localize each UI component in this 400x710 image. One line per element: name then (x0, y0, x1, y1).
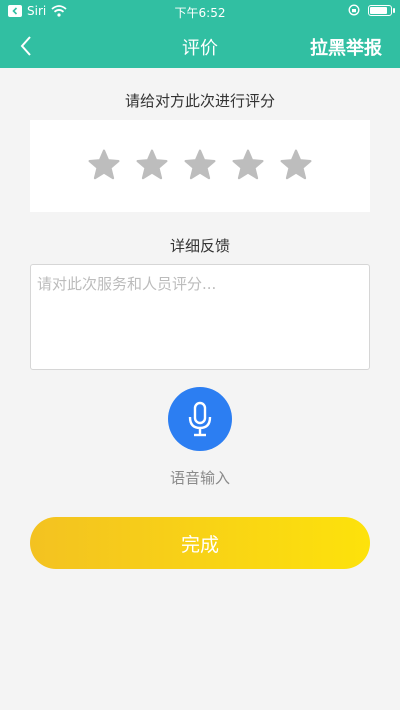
star-icon[interactable] (87, 148, 121, 182)
voice-input-button[interactable] (168, 387, 232, 451)
microphone-icon (188, 401, 212, 437)
orientation-lock-icon (348, 4, 360, 16)
nav-bar: 评价 拉黑举报 (0, 24, 400, 68)
feedback-title: 详细反馈 (169, 237, 230, 255)
feedback-box (30, 264, 370, 370)
status-bar: Siri 下午6:52 (0, 0, 400, 22)
star-icon[interactable] (135, 148, 169, 182)
feedback-input[interactable] (31, 265, 369, 369)
rating-panel (30, 120, 370, 212)
star-icon[interactable] (183, 148, 217, 182)
app-header: Siri 下午6:52 评价 拉黑举报 (0, 0, 400, 68)
block-report-button[interactable]: 拉黑举报 (310, 34, 382, 60)
voice-input-label: 语音输入 (169, 469, 230, 487)
rating-prompt: 请给对方此次进行评分 (124, 92, 275, 110)
done-button[interactable]: 完成 (30, 517, 370, 569)
status-right (348, 4, 395, 16)
star-icon[interactable] (279, 148, 313, 182)
star-rating (30, 148, 370, 182)
battery-icon (368, 4, 395, 16)
star-icon[interactable] (231, 148, 265, 182)
status-time: 下午6:52 (174, 6, 226, 20)
